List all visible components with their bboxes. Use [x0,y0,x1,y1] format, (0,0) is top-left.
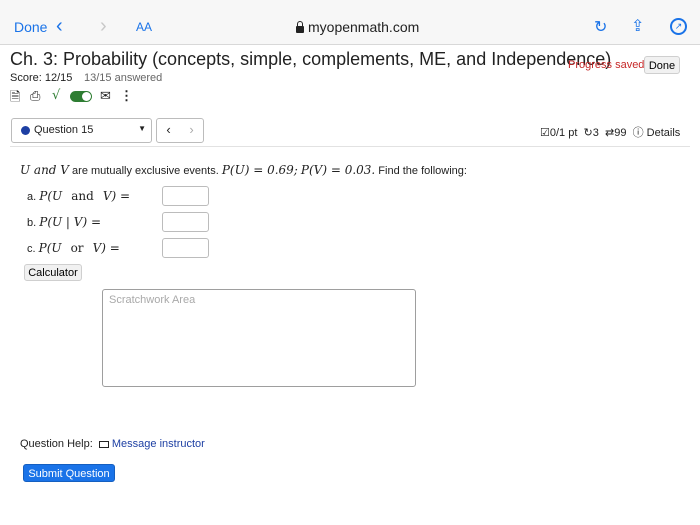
previous-question-button[interactable]: ‹ [157,122,180,137]
details-link[interactable]: Details [647,127,681,139]
attempts-count: 99 [614,127,627,139]
part-letter: a. [27,191,37,203]
progress-status: Progress saved [568,59,645,71]
question-text: U and V are mutually exclusive events. P… [20,163,467,177]
part-letter: c. [27,243,36,255]
address-bar[interactable]: myopenmath.com [296,19,419,35]
attempts-icon: ⇄ [605,127,615,139]
math-toggle[interactable] [70,91,92,102]
divider [10,146,690,147]
document-icon[interactable]: 🗎 [10,88,20,110]
part-b: b. P(U | V) = [27,215,101,229]
share-icon[interactable]: ⇪ [631,16,644,36]
assessment-done-button[interactable]: Done [644,56,680,74]
question-prompt: Find the following: [378,165,467,177]
browser-done-button[interactable]: Done [14,19,47,35]
info-icon[interactable]: ⓘ [633,127,644,139]
lock-icon [296,21,304,33]
points-icon: ☑ [540,127,550,139]
part-letter: b. [27,217,37,229]
question-vars: U and V [20,163,69,177]
more-menu-icon[interactable]: ⋮ [120,88,133,104]
part-expr-start: P(U [39,189,63,203]
part-operator: and [71,189,94,203]
question-select[interactable]: Question 15 ▼ [11,118,152,143]
part-expr-end: V) = [102,189,131,203]
page-title: Ch. 3: Probability (concepts, simple, co… [10,49,612,69]
scratchwork-area[interactable] [102,289,416,387]
given-pv: P(V) = 0.03. [300,163,376,177]
back-icon[interactable]: ‹ [56,15,63,38]
given-pu: P(U) = 0.69; [221,163,298,177]
mail-icon[interactable]: ✉ [100,88,111,104]
answered-count: 13/15 answered [84,72,163,84]
url-text: myopenmath.com [308,19,420,35]
question-intro: are mutually exclusive events. [72,165,219,177]
next-question-button[interactable]: › [180,122,203,137]
answer-input-c[interactable] [162,238,209,258]
help-label: Question Help: [20,438,93,450]
text-size-button[interactable]: AA [136,20,152,34]
retry-count: 3 [592,127,599,139]
question-status-dot [21,126,30,135]
answer-input-a[interactable] [162,186,209,206]
part-operator: or [70,241,84,255]
envelope-icon [98,441,109,448]
part-a: a. P(U and V) = [27,189,130,203]
math-entry-icon[interactable]: √ [52,88,60,103]
question-select-label: Question 15 [34,124,94,136]
submit-question-button[interactable]: Submit Question [23,464,115,482]
print-icon[interactable]: ⎙ [30,88,40,104]
part-expr-end: V) = [92,241,120,255]
chevron-down-icon: ▼ [138,124,146,133]
question-meta: ☑0/1 pt ↻3 ⇄99 ⓘ Details [540,124,680,140]
points-text: 0/1 pt [549,127,578,139]
retry-icon: ↻ [583,127,593,139]
part-expr-start: P(U | V) = [39,215,102,229]
question-help: Question Help: Message instructor [20,438,205,450]
forward-icon[interactable]: › [100,15,107,38]
reload-icon[interactable]: ↻ [594,17,607,37]
answer-input-b[interactable] [162,212,209,232]
message-instructor-link[interactable]: Message instructor [112,438,205,450]
part-expr-start: P(U [38,241,62,255]
compass-icon[interactable]: ↗ [670,18,687,35]
question-pager: ‹ › [156,118,204,143]
calculator-button[interactable]: Calculator [24,264,82,281]
score-text: Score: 12/15 [10,72,73,84]
part-c: c. P(U or V) = [27,241,120,255]
